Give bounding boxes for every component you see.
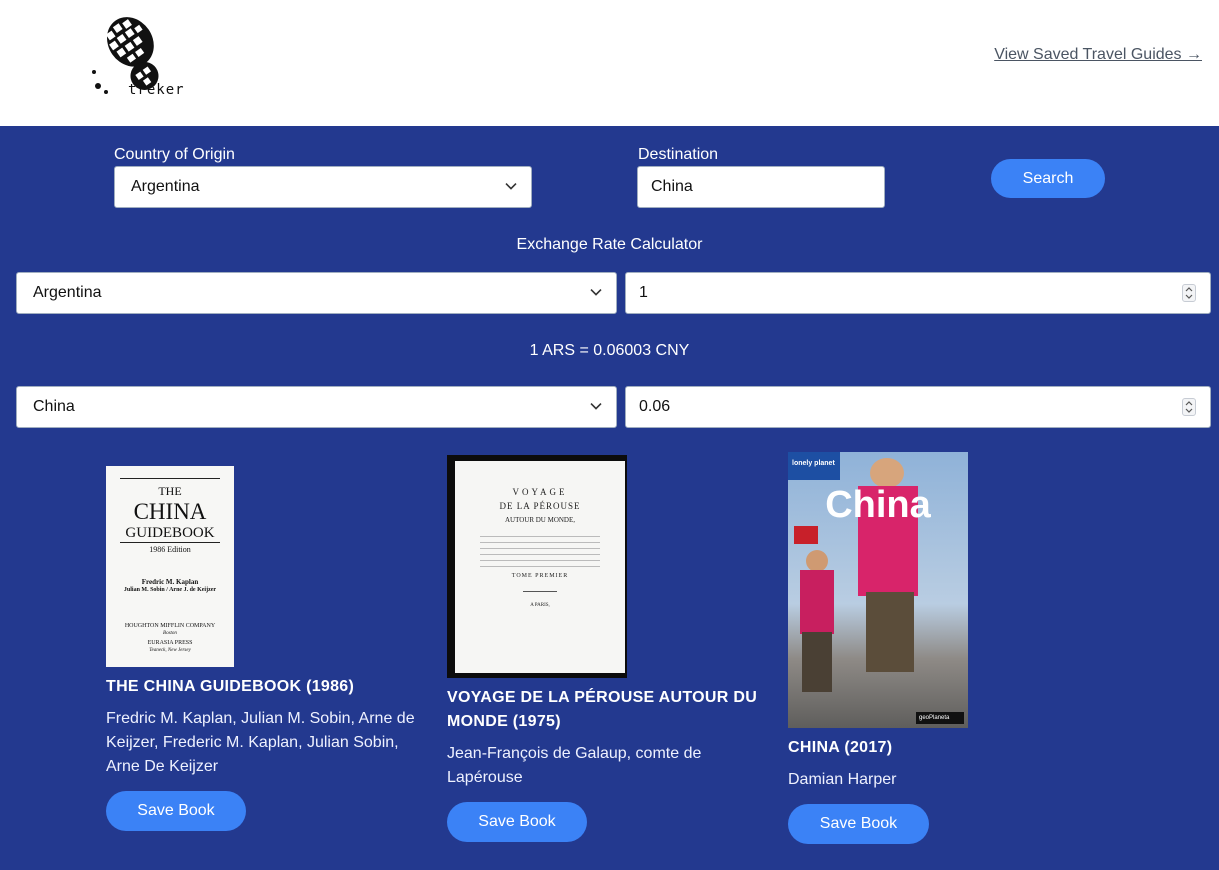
destination-label: Destination <box>638 146 719 163</box>
book-card: CHINA (2017) Damian Harper <box>788 736 1118 792</box>
book-title: THE CHINA GUIDEBOOK (1986) <box>106 678 355 695</box>
cover-text: A PARIS, <box>530 603 550 608</box>
cover-text: 1986 Edition <box>149 545 191 554</box>
chevron-down-icon <box>505 183 517 190</box>
book-title: MONDE (1975) <box>447 713 561 730</box>
logo-wordmark: treker <box>128 82 185 98</box>
book-card: VOYAGE DE LA PÉROUSE AUTOUR DU MONDE (19… <box>447 686 777 790</box>
search-button[interactable]: Search <box>991 159 1105 198</box>
exchange-to-value: China <box>33 398 75 415</box>
cover-text: AUTOUR DU MONDE, <box>504 516 576 524</box>
book-author: Jean-François de Galaup, comte de <box>447 745 702 762</box>
view-saved-guides-link[interactable]: View Saved Travel Guides → <box>994 46 1202 64</box>
book-author: Lapérouse <box>447 769 523 786</box>
cover-text: Julian M. Sobin / Arne J. de Keijzer <box>123 587 217 593</box>
book-author: Damian Harper <box>788 771 897 788</box>
cover-text: geoPlaneta <box>916 712 964 724</box>
cover-text: Fredric M. Kaplan <box>141 578 199 586</box>
cover-text: THE <box>158 484 182 498</box>
book-author: Keijzer, Frederic M. Kaplan, Julian Sobi… <box>106 734 399 751</box>
chevron-down-icon <box>590 289 602 296</box>
exchange-from-amount[interactable]: 1 <box>625 272 1211 314</box>
cover-text: DE LA PÉROUSE <box>499 501 581 511</box>
cover-page: VOYAGE DE LA PÉROUSE AUTOUR DU MONDE, TO… <box>455 461 625 673</box>
save-book-button[interactable]: Save Book <box>106 791 246 831</box>
cover-text: EURASIA PRESS <box>147 640 193 646</box>
book-author: Fredric M. Kaplan, Julian M. Sobin, Arne… <box>106 710 415 727</box>
origin-select-value: Argentina <box>131 178 200 195</box>
origin-select[interactable]: Argentina <box>114 166 532 208</box>
book-title: VOYAGE DE LA PÉROUSE AUTOUR DU <box>447 689 758 706</box>
exchange-from-value: Argentina <box>33 284 102 301</box>
cover-figure <box>866 592 914 672</box>
exchange-to-select[interactable]: China <box>16 386 617 428</box>
book-title: CHINA (2017) <box>788 739 893 756</box>
book-cover-image: THE CHINA GUIDEBOOK 1986 Edition Fredric… <box>106 466 234 667</box>
cover-text: TOME PREMIER <box>511 573 569 579</box>
cover-text: GUIDEBOOK <box>125 525 215 541</box>
exchange-to-amount-value: 0.06 <box>639 398 671 415</box>
cover-figure <box>802 632 832 692</box>
save-book-button[interactable]: Save Book <box>788 804 929 844</box>
cover-text: HOUGHTON MIFFLIN COMPANY <box>124 623 216 629</box>
exchange-rate-text: 1 ARS = 0.06003 CNY <box>529 342 690 359</box>
cover-text: Boston <box>163 631 177 636</box>
cover-flag <box>794 526 818 544</box>
cover-text: China <box>825 484 931 526</box>
exchange-to-amount[interactable]: 0.06 <box>625 386 1211 428</box>
destination-input-value: China <box>651 178 693 195</box>
book-author: Arne De Keijzer <box>106 758 219 775</box>
cover-figure <box>800 570 834 634</box>
cover-figure <box>806 550 828 572</box>
book-cover-image: VOYAGE DE LA PÉROUSE AUTOUR DU MONDE, TO… <box>447 455 627 678</box>
book-cover-image: lonely planet China geoPlaneta <box>788 452 968 728</box>
cover-rule <box>523 591 557 592</box>
main-panel: Country of Origin Argentina Destination … <box>0 126 1219 870</box>
exchange-from-amount-value: 1 <box>639 284 648 301</box>
origin-label: Country of Origin <box>114 146 235 163</box>
cover-fine-print <box>480 531 600 571</box>
cover-text: lonely planet <box>792 460 835 467</box>
cover-text: Teaneck, New Jersey <box>149 648 191 653</box>
destination-input[interactable]: China <box>637 166 885 208</box>
book-card: THE CHINA GUIDEBOOK (1986) Fredric M. Ka… <box>106 675 436 779</box>
number-stepper-icon[interactable] <box>1182 284 1196 302</box>
exchange-from-select[interactable]: Argentina <box>16 272 617 314</box>
exchange-title: Exchange Rate Calculator <box>516 236 703 253</box>
site-header: treker View Saved Travel Guides → <box>0 0 1219 126</box>
save-book-button[interactable]: Save Book <box>447 802 587 842</box>
number-stepper-icon[interactable] <box>1182 398 1196 416</box>
chevron-down-icon <box>590 403 602 410</box>
cover-text: CHINA <box>133 499 207 524</box>
cover-text: VOYAGE <box>512 487 568 497</box>
